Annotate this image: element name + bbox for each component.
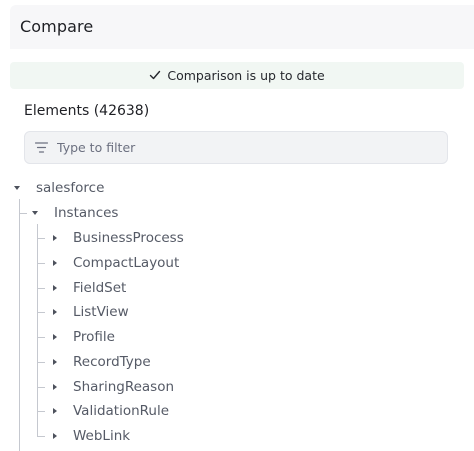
tree-node-listview[interactable]: ListView bbox=[53, 301, 129, 323]
chevron-right-icon[interactable] bbox=[53, 408, 57, 414]
compare-panel: Compare Comparison is up to date Element… bbox=[0, 0, 474, 451]
tree-branch bbox=[37, 312, 45, 313]
tree-branch bbox=[37, 288, 45, 289]
tree-node-label: salesforce bbox=[36, 180, 105, 196]
tree-node-sharingreason[interactable]: SharingReason bbox=[53, 376, 174, 398]
tree-node-label: FieldSet bbox=[73, 280, 127, 296]
chevron-right-icon[interactable] bbox=[53, 260, 57, 266]
tree-branch bbox=[37, 337, 45, 338]
chevron-down-icon[interactable] bbox=[32, 211, 38, 215]
tree-node-compactlayout[interactable]: CompactLayout bbox=[53, 252, 179, 274]
tree-guide-root bbox=[19, 199, 20, 451]
tree-node-label: SharingReason bbox=[73, 379, 175, 395]
chevron-right-icon[interactable] bbox=[53, 433, 57, 439]
tree-branch bbox=[37, 411, 45, 412]
tree-branch bbox=[37, 436, 45, 437]
chevron-right-icon[interactable] bbox=[53, 384, 57, 390]
tree-node-label: WebLink bbox=[73, 428, 131, 444]
tree-node-salesforce[interactable]: salesforce bbox=[14, 177, 104, 199]
chevron-right-icon[interactable] bbox=[53, 285, 57, 291]
tree-node-fieldset[interactable]: FieldSet bbox=[53, 277, 126, 299]
tree-node-label: RecordType bbox=[73, 354, 151, 370]
chevron-right-icon[interactable] bbox=[53, 309, 57, 315]
chevron-down-icon[interactable] bbox=[14, 186, 20, 190]
tree-node-label: Profile bbox=[73, 329, 115, 345]
tree-branch bbox=[37, 263, 45, 264]
tree-node-label: CompactLayout bbox=[73, 255, 180, 271]
chevron-right-icon[interactable] bbox=[53, 334, 57, 340]
tree-node-weblink[interactable]: WebLink bbox=[53, 425, 130, 447]
element-tree: salesforce Instances BusinessProcess Com… bbox=[0, 0, 474, 451]
tree-branch bbox=[37, 387, 45, 388]
tree-node-businessprocess[interactable]: BusinessProcess bbox=[53, 227, 184, 249]
tree-guide-instances-branch bbox=[19, 213, 27, 214]
tree-node-validationrule[interactable]: ValidationRule bbox=[53, 400, 169, 422]
tree-guide-instances bbox=[37, 224, 38, 437]
tree-node-instances[interactable]: Instances bbox=[32, 202, 118, 224]
tree-node-label: ValidationRule bbox=[73, 403, 170, 419]
tree-branch bbox=[37, 362, 45, 363]
tree-node-label: BusinessProcess bbox=[73, 230, 184, 246]
tree-node-profile[interactable]: Profile bbox=[53, 326, 115, 348]
tree-node-label: Instances bbox=[54, 205, 119, 221]
tree-node-label: ListView bbox=[73, 304, 129, 320]
chevron-right-icon[interactable] bbox=[53, 359, 57, 365]
tree-node-recordtype[interactable]: RecordType bbox=[53, 351, 151, 373]
tree-branch bbox=[37, 238, 45, 239]
chevron-right-icon[interactable] bbox=[53, 235, 57, 241]
